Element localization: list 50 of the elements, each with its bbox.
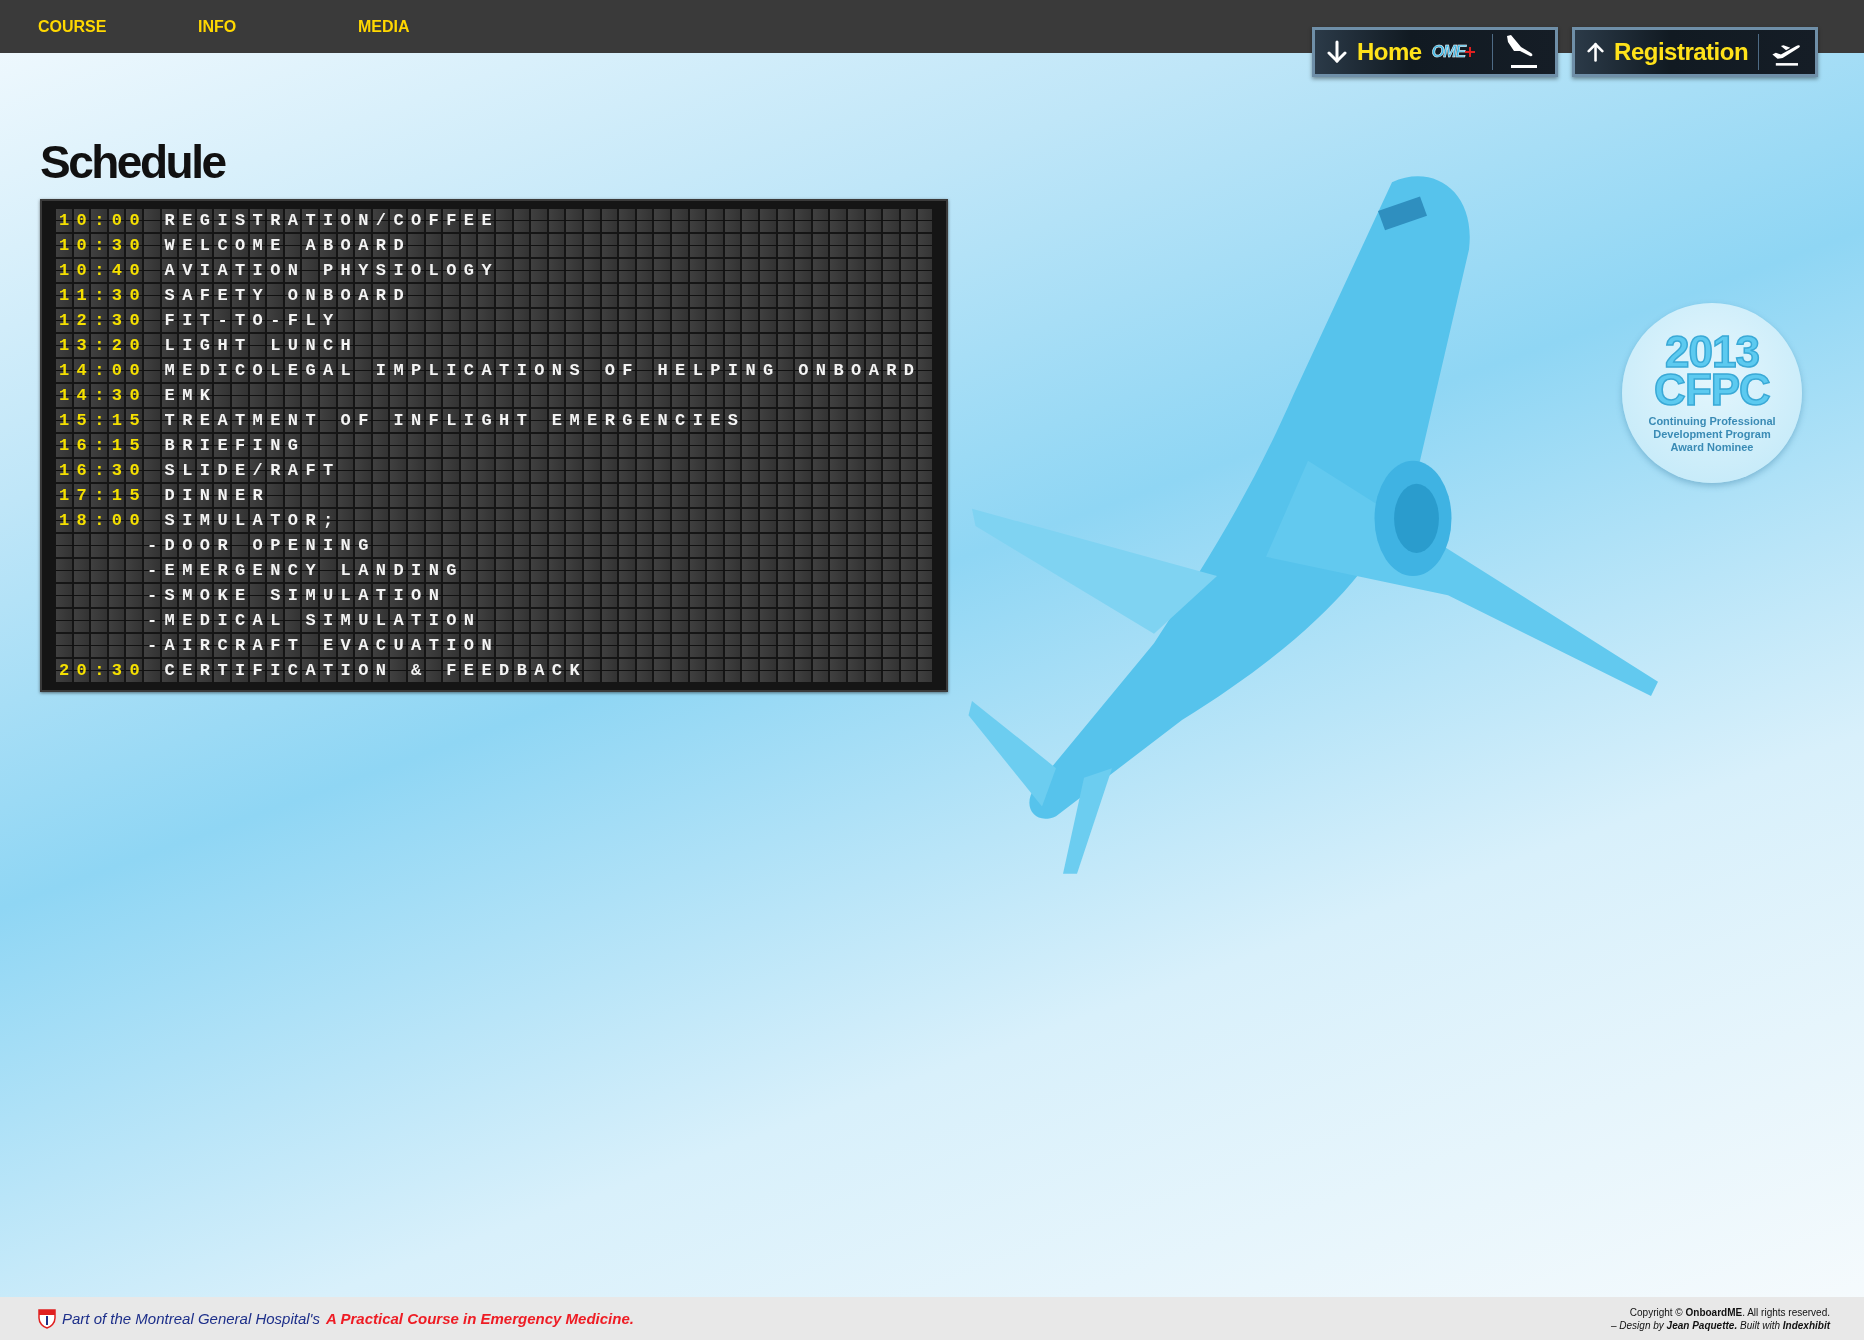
departure-time: 11:30 <box>58 286 147 305</box>
badge-year: 2013 <box>1665 332 1759 371</box>
badge-title: CFPC <box>1654 370 1770 409</box>
departure-time: 16:15 <box>58 436 147 455</box>
schedule-item: -DOOR OPENING <box>146 536 376 555</box>
schedule-item: -MEDICAL SIMULATION <box>146 611 482 630</box>
departure-time: 17:15 <box>58 486 147 505</box>
departure-time: 10:30 <box>58 236 147 255</box>
registration-button[interactable]: Registration <box>1572 27 1818 77</box>
schedule-item: SIMULATOR; <box>163 511 341 530</box>
badge-caption: Continuing Professional Development Program Award Nominee <box>1647 414 1777 454</box>
departure-time: 12:30 <box>58 311 147 330</box>
departure-time: 10:40 <box>58 261 147 280</box>
up-arrow-icon <box>1587 40 1605 64</box>
schedule-item: REGISTRATION/COFFEE <box>163 211 500 230</box>
schedule-item: CERTIFICATION & FEEDBACK <box>163 661 588 680</box>
credits-text: – Design by Jean Paquette. Built with Indexhibit <box>1611 1319 1830 1331</box>
schedule-item: DINNER <box>163 486 271 505</box>
departure-time: 16:30 <box>58 461 147 480</box>
departure-time: 14:30 <box>58 386 147 405</box>
departure-time: 10:00 <box>58 211 147 230</box>
down-arrow-icon <box>1327 40 1347 64</box>
schedule-item: -AIRCRAFT EVACUATION <box>146 636 500 655</box>
ome-logo: OME <box>1431 43 1476 61</box>
footer-text: Part of the Montreal General Hospital's <box>62 1310 320 1327</box>
schedule-item: -EMERGENCY LANDING <box>146 561 464 580</box>
schedule-item: WELCOME ABOARD <box>163 236 412 255</box>
schedule-item: AVIATION PHYSIOLOGY <box>163 261 500 280</box>
schedule-item: SAFETY ONBOARD <box>163 286 412 305</box>
hospital-shield-icon <box>38 1308 56 1329</box>
departure-time: 13:20 <box>58 336 147 355</box>
departure-time: 20:30 <box>58 661 147 680</box>
copyright-text: Copyright © OnboardME. All rights reserved. <box>1629 1306 1830 1318</box>
schedule-item: TREATMENT OF INFLIGHT EMERGENCIES <box>163 411 746 430</box>
schedule-item: -SMOKE SIMULATION <box>146 586 447 605</box>
schedule-item: BRIEFING <box>163 436 306 455</box>
departure-time: 14:00 <box>58 361 147 380</box>
schedule-item: SLIDE/RAFT <box>163 461 341 480</box>
page-title: Schedule <box>40 135 227 189</box>
home-button[interactable]: Home OME <box>1312 27 1558 77</box>
nav-link[interactable]: COURSE <box>38 17 198 36</box>
schedule-item: LIGHT LUNCH <box>163 336 359 355</box>
schedule-item: FIT-TO-FLY <box>163 311 341 330</box>
nav-link[interactable]: INFO <box>198 17 358 36</box>
nav-link[interactable]: MEDIA <box>358 17 518 36</box>
departure-time: 15:15 <box>58 411 147 430</box>
course-link[interactable]: A Practical Course in Emergency Medicine. <box>326 1310 634 1327</box>
schedule-item: MEDICOLEGAL IMPLICATIONS OF HELPING ONBOARD <box>163 361 922 380</box>
schedule-item: EMK <box>163 386 218 405</box>
departure-time: 18:00 <box>58 511 147 530</box>
